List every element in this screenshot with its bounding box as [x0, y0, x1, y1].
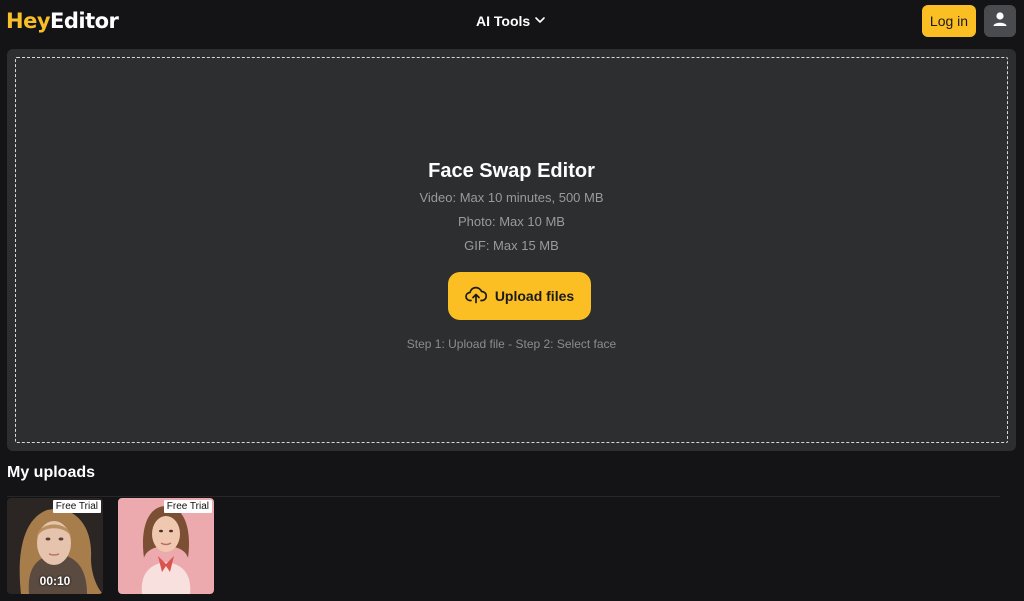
uploads-divider [7, 496, 1000, 497]
my-uploads-heading: My uploads [7, 464, 96, 481]
upload-thumbnail[interactable]: Free Trial [118, 498, 214, 594]
video-duration: 00:10 [39, 574, 71, 588]
page-title: Face Swap Editor [428, 160, 595, 182]
upload-files-button[interactable]: Upload files [448, 272, 591, 320]
login-button[interactable]: Log in [922, 5, 976, 37]
logo[interactable]: HeyEditor [6, 9, 119, 33]
user-icon [991, 10, 1009, 33]
logo-part-editor: Editor [50, 9, 119, 33]
ai-tools-label: AI Tools [476, 13, 531, 29]
ai-tools-menu[interactable]: AI Tools [476, 12, 546, 30]
steps-hint: Step 1: Upload file - Step 2: Select fac… [406, 337, 617, 351]
account-button[interactable] [984, 5, 1016, 37]
upload-files-label: Upload files [494, 288, 575, 304]
chevron-down-icon [534, 13, 546, 29]
upload-thumbnail[interactable]: Free Trial 00:10 [7, 498, 103, 594]
video-limit-text: Video: Max 10 minutes, 500 MB [419, 190, 604, 205]
photo-limit-text: Photo: Max 10 MB [458, 214, 565, 229]
logo-part-hey: Hey [6, 9, 51, 33]
login-label: Log in [929, 13, 969, 29]
free-trial-badge: Free Trial [52, 500, 101, 513]
cloud-upload-icon [464, 286, 487, 307]
top-header: HeyEditor AI Tools Log in [0, 0, 1024, 44]
upload-panel: Face Swap Editor Video: Max 10 minutes, … [7, 49, 1016, 451]
free-trial-badge: Free Trial [163, 500, 212, 513]
gif-limit-text: GIF: Max 15 MB [464, 238, 559, 253]
file-dropzone[interactable]: Face Swap Editor Video: Max 10 minutes, … [15, 57, 1008, 443]
